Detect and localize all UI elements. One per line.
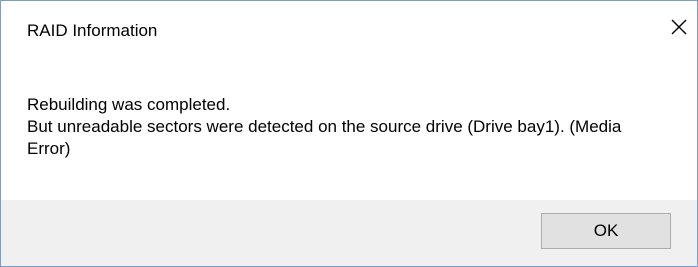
ok-button[interactable]: OK bbox=[541, 213, 671, 249]
close-button[interactable] bbox=[661, 9, 697, 45]
message-area: Rebuilding was completed. But unreadable… bbox=[27, 94, 667, 160]
dialog-title: RAID Information bbox=[27, 21, 158, 40]
title-bar: RAID Information bbox=[1, 1, 697, 61]
close-icon bbox=[671, 19, 687, 35]
raid-information-dialog: RAID Information Rebuilding was complete… bbox=[0, 0, 698, 267]
message-line-1: Rebuilding was completed. bbox=[27, 95, 231, 114]
dialog-footer: OK bbox=[1, 200, 697, 266]
message-line-2: But unreadable sectors were detected on … bbox=[27, 117, 622, 158]
